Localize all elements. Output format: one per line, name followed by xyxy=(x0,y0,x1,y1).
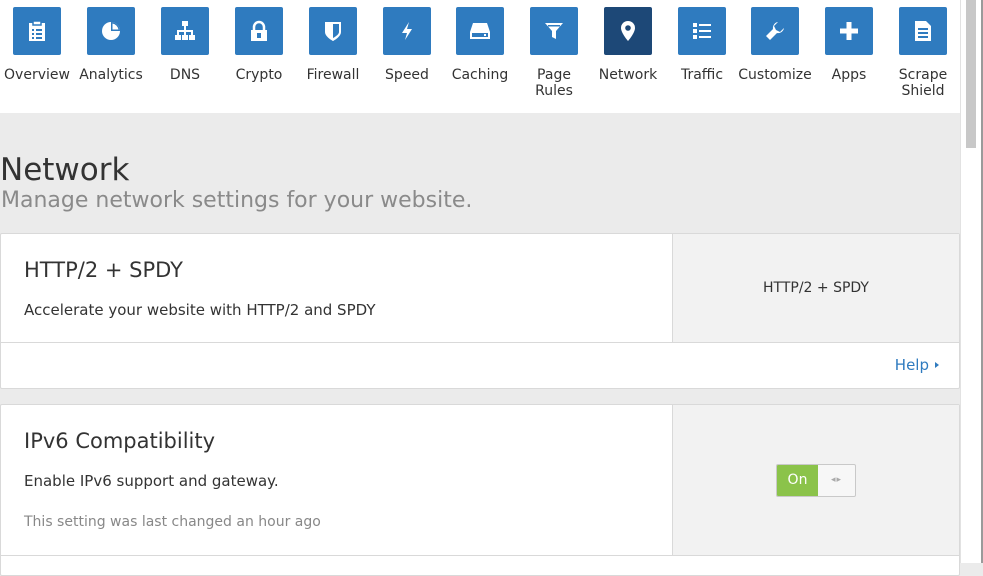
toggle-on-label: On xyxy=(777,464,818,496)
nav-item-scrape-shield[interactable]: Scrape Shield xyxy=(886,7,960,99)
http2-card-description: Accelerate your website with HTTP/2 and … xyxy=(24,301,376,319)
http2-card-body: HTTP/2 + SPDY Accelerate your website wi… xyxy=(1,234,673,342)
http2-card-title: HTTP/2 + SPDY xyxy=(24,258,183,282)
nav-label: Traffic xyxy=(680,67,724,83)
nav-item-dns[interactable]: DNS xyxy=(148,7,222,83)
nav-item-overview[interactable]: Overview xyxy=(0,7,74,83)
wrench-icon xyxy=(751,7,799,55)
caret-right-icon xyxy=(935,362,939,368)
nav-label: Network xyxy=(598,67,658,83)
ipv6-last-changed: This setting was last changed an hour ag… xyxy=(24,514,321,530)
nav-label: Firewall xyxy=(306,67,360,83)
plus-icon xyxy=(825,7,873,55)
lock-icon xyxy=(235,7,283,55)
nav-item-speed[interactable]: Speed xyxy=(370,7,444,83)
help-link-label: Help xyxy=(894,356,929,374)
toggle-handle-icon: ◂▸ xyxy=(830,475,843,485)
nav-item-network[interactable]: Network xyxy=(591,7,665,83)
nav-label: Page Rules xyxy=(535,67,573,99)
ipv6-card-description: Enable IPv6 support and gateway. xyxy=(24,472,279,490)
http2-card: HTTP/2 + SPDY Accelerate your website wi… xyxy=(0,233,960,389)
scrollbar-thumb[interactable] xyxy=(966,0,976,148)
nav-label: Crypto xyxy=(235,67,283,83)
nav-item-traffic[interactable]: Traffic xyxy=(665,7,739,83)
nav-label: Speed xyxy=(385,67,429,83)
document-icon xyxy=(899,7,947,55)
sitemap-icon xyxy=(161,7,209,55)
ipv6-card-body: IPv6 Compatibility Enable IPv6 support a… xyxy=(1,405,673,555)
ipv6-card-title: IPv6 Compatibility xyxy=(24,429,216,453)
nav-item-page-rules[interactable]: Page Rules xyxy=(517,7,591,99)
nav-item-apps[interactable]: Apps xyxy=(812,7,886,83)
page-title: Network xyxy=(0,152,130,188)
nav-label: Caching xyxy=(451,67,509,83)
ipv6-card: IPv6 Compatibility Enable IPv6 support a… xyxy=(0,404,960,576)
lightning-icon xyxy=(383,7,431,55)
nav-label: Scrape Shield xyxy=(898,67,948,99)
http2-card-side: HTTP/2 + SPDY xyxy=(672,234,959,342)
ipv6-card-footer xyxy=(1,555,959,576)
server-icon xyxy=(456,7,504,55)
nav-label: Analytics xyxy=(79,67,143,83)
clipboard-icon xyxy=(13,7,61,55)
http2-status-value: HTTP/2 + SPDY xyxy=(763,280,869,296)
location-pin-icon xyxy=(604,7,652,55)
nav-item-caching[interactable]: Caching xyxy=(443,7,517,83)
page-subtitle: Manage network settings for your website… xyxy=(1,188,473,213)
nav-item-crypto[interactable]: Crypto xyxy=(222,7,296,83)
nav-label: Customize xyxy=(738,67,812,83)
http2-card-footer: Help xyxy=(1,342,959,388)
nav-item-customize[interactable]: Customize xyxy=(738,7,812,83)
nav-label: Overview xyxy=(4,67,70,83)
ipv6-toggle[interactable]: On ◂▸ xyxy=(776,463,856,497)
filter-icon xyxy=(530,7,578,55)
pie-chart-icon xyxy=(87,7,135,55)
help-link[interactable]: Help xyxy=(895,356,939,374)
shield-icon xyxy=(309,7,357,55)
nav-item-firewall[interactable]: Firewall xyxy=(296,7,370,83)
nav-label: DNS xyxy=(169,67,201,83)
top-navigation: Overview Analytics DNS Crypto Firewall S… xyxy=(0,0,961,113)
list-icon xyxy=(678,7,726,55)
nav-item-analytics[interactable]: Analytics xyxy=(74,7,148,83)
ipv6-card-side: On ◂▸ xyxy=(672,405,959,555)
nav-label: Apps xyxy=(831,67,867,83)
scrollbar[interactable] xyxy=(960,0,983,563)
